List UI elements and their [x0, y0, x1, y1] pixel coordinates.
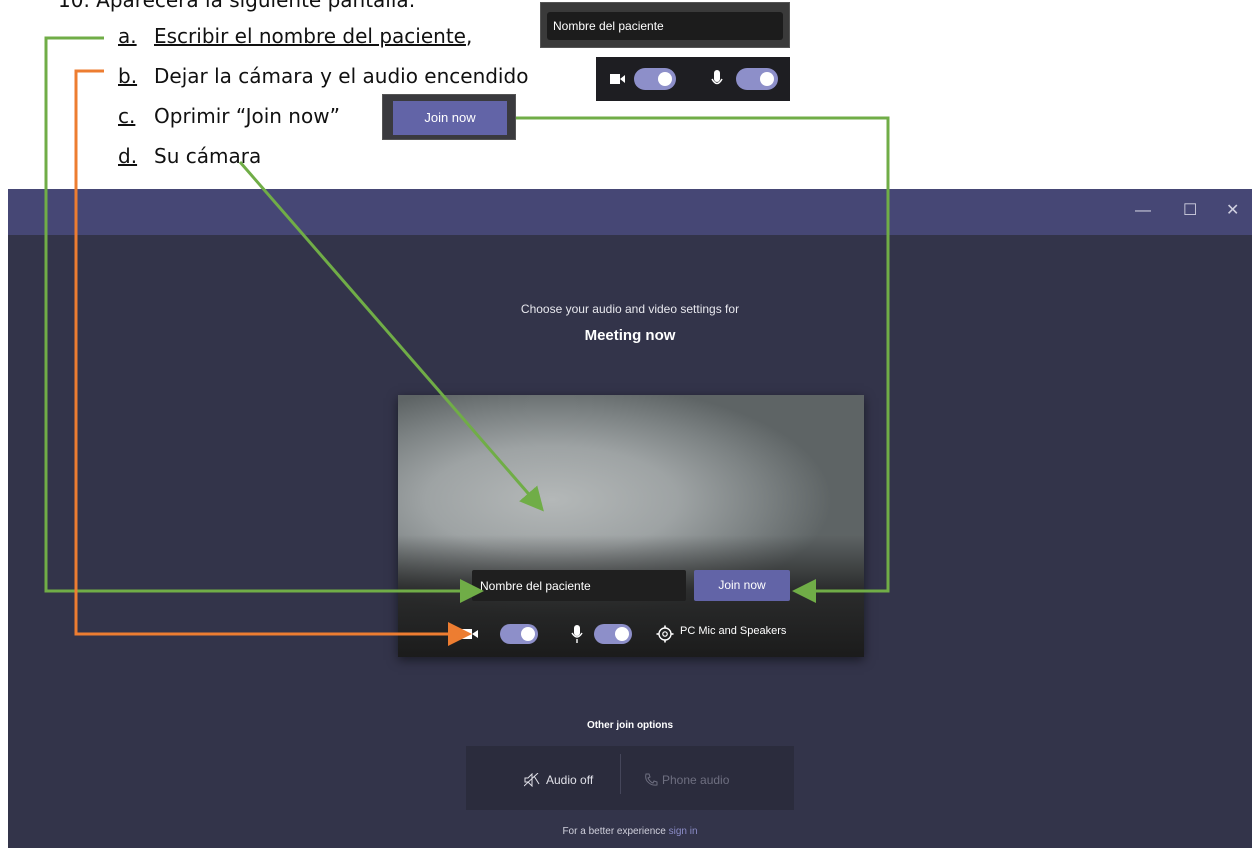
arrow-step-a-to-name-input	[44, 36, 484, 603]
annotation-arrows	[44, 36, 890, 646]
arrow-step-d-to-camera	[238, 161, 544, 512]
arrow-step-c-to-join-button	[516, 116, 890, 603]
